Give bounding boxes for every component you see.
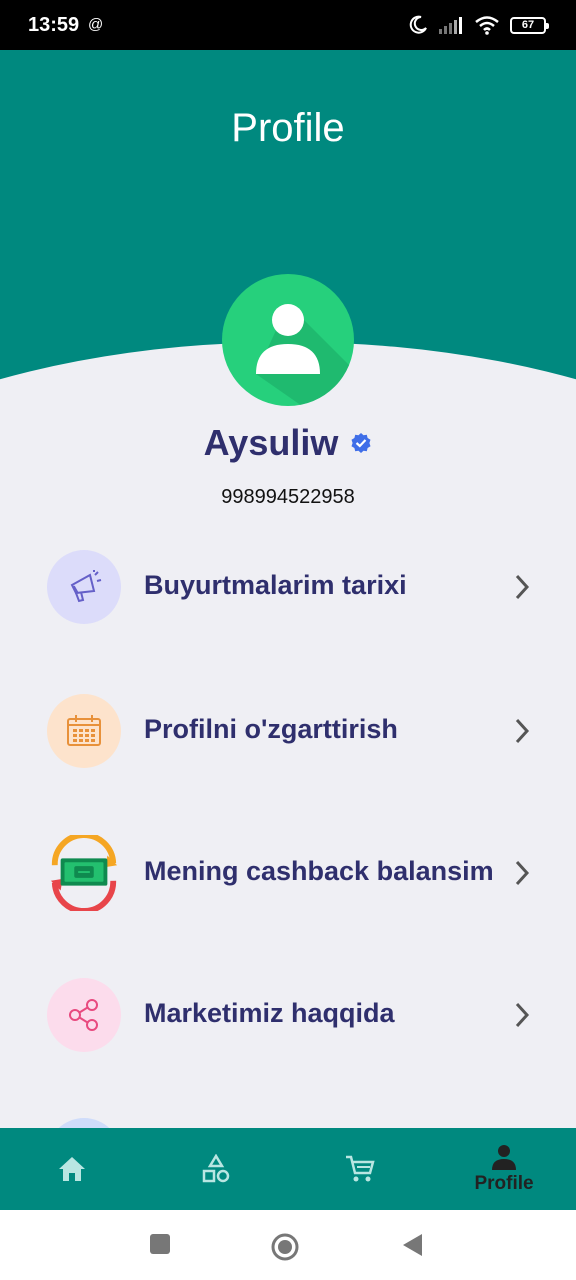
moon-icon [409,15,427,34]
status-time: 13:59 [28,14,80,36]
profile-icon [492,1145,516,1170]
share-icon [47,978,121,1052]
nav-categories[interactable] [144,1128,288,1210]
verified-badge-icon [351,433,371,453]
categories-icon [202,1154,230,1183]
chevron-right-icon [515,574,530,600]
chevron-right-icon [515,1002,530,1028]
nav-profile[interactable]: Profile [432,1128,576,1210]
nav-profile-label: Profile [474,1173,534,1194]
user-name-row: Aysuliw [0,422,576,464]
home-icon [59,1157,85,1181]
menu-item-label: Mening cashback balansim [144,856,494,886]
user-avatar-icon [256,304,354,406]
page-title: Profile [231,106,345,150]
menu-item-label: Buyurtmalarim tarixi [144,570,407,600]
menu-item-order-history[interactable]: Buyurtmalarim tarixi [0,546,576,626]
back-button-icon[interactable] [400,1232,424,1258]
nav-cart[interactable] [288,1128,432,1210]
status-icons: 67 [408,12,549,38]
cashback-icon [47,835,121,911]
user-name: Aysuliw [203,422,339,463]
battery-icon: 67 [510,16,549,34]
wifi-icon [475,16,499,35]
recent-apps-icon[interactable] [148,1232,172,1256]
megaphone-icon [47,550,121,624]
avatar[interactable] [222,274,354,406]
user-phone: 998994522958 [221,486,355,508]
menu-item-about[interactable]: Marketimiz haqqida [0,974,576,1054]
at-symbol: @ [88,16,104,33]
menu-item-edit-profile[interactable]: Profilni o'zgarttirish [0,690,576,770]
battery-level: 67 [521,19,535,31]
calendar-icon [47,694,121,768]
system-navigation-bar [0,1210,576,1280]
signal-icon [439,17,462,34]
menu-item-label: Profilni o'zgarttirish [144,714,398,744]
menu-item-label: Marketimiz haqqida [144,998,395,1028]
menu-item-cashback[interactable]: Mening cashback balansim [0,832,576,912]
chevron-right-icon [515,860,530,886]
home-button-icon[interactable] [270,1232,300,1262]
bottom-navigation: Profile [0,1128,576,1210]
chevron-right-icon [515,718,530,744]
status-bar: 13:59 @ 67 [0,0,576,50]
cart-icon [346,1155,375,1182]
nav-home[interactable] [0,1128,144,1210]
